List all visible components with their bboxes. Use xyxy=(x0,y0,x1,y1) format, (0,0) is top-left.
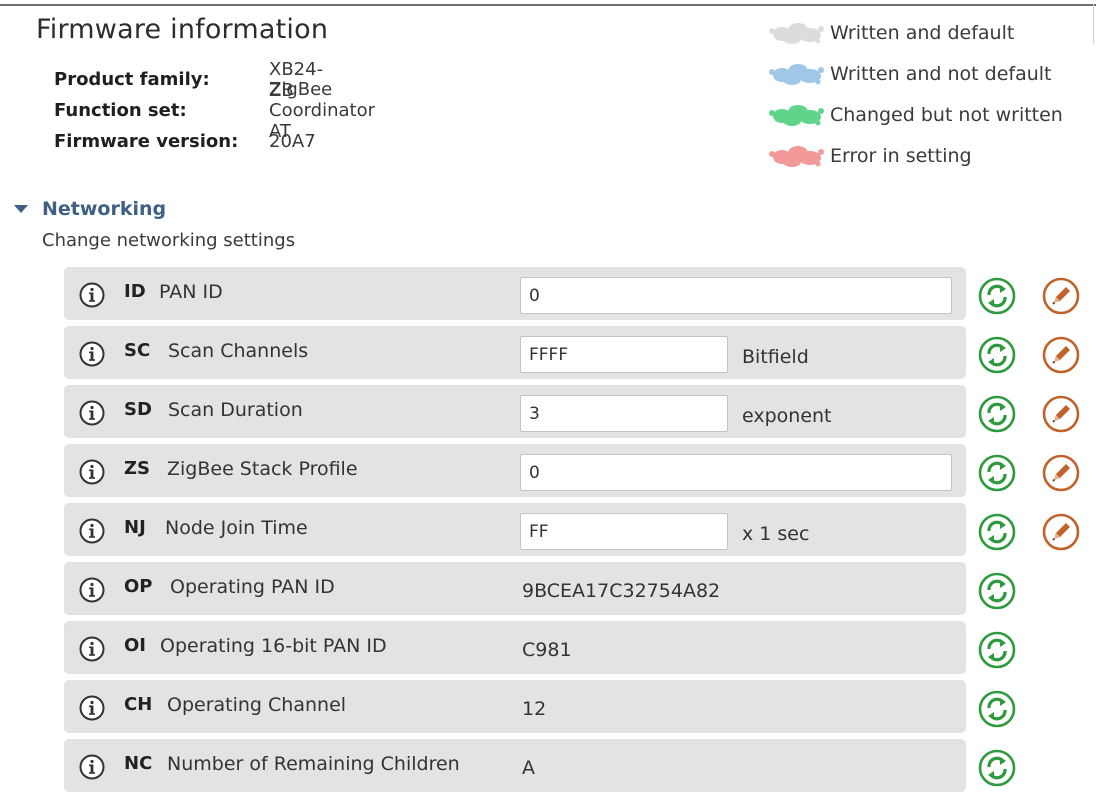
info-circle-icon[interactable] xyxy=(78,694,106,722)
setting-name: PAN ID xyxy=(159,281,223,303)
pencil-write-icon[interactable] xyxy=(1042,395,1080,433)
setting-row-nj: NJ Node Join Time FF x 1 sec xyxy=(64,503,1084,562)
firmware-info: Product family: XB24-ZB Function set: Zi… xyxy=(54,59,375,157)
pencil-write-icon[interactable] xyxy=(1042,513,1080,551)
setting-name: Operating 16-bit PAN ID xyxy=(160,635,387,657)
legend-label: Error in setting xyxy=(830,144,972,167)
setting-value-readonly: 9BCEA17C32754A82 xyxy=(522,580,721,602)
info-circle-icon[interactable] xyxy=(78,517,106,545)
setting-row-ch: CH Operating Channel 12 xyxy=(64,680,1084,739)
product-family-row: Product family: XB24-ZB xyxy=(54,59,323,101)
refresh-read-icon[interactable] xyxy=(978,454,1016,492)
function-set-row: Function set: ZigBee Coordinator AT xyxy=(54,79,375,142)
setting-value-readonly: A xyxy=(522,757,535,779)
legend-label: Changed but not written xyxy=(830,103,1063,126)
refresh-read-icon[interactable] xyxy=(978,513,1016,551)
setting-row-op: OP Operating PAN ID 9BCEA17C32754A82 xyxy=(64,562,1084,621)
refresh-read-icon[interactable] xyxy=(978,631,1016,669)
status-legend: Written and default Written and not defa… xyxy=(768,12,1063,176)
setting-row-sc: SC Scan Channels FFFF Bitfield xyxy=(64,326,1084,385)
setting-row-zs: ZS ZigBee Stack Profile 0 xyxy=(64,444,1084,503)
refresh-read-icon[interactable] xyxy=(978,690,1016,728)
refresh-read-icon[interactable] xyxy=(978,572,1016,610)
firmware-title: Firmware information xyxy=(36,14,329,45)
setting-unit: Bitfield xyxy=(742,346,809,368)
firmware-version-label: Firmware version: xyxy=(54,131,239,152)
legend-item: Changed but not written xyxy=(768,94,1063,135)
setting-name: Number of Remaining Children xyxy=(167,753,460,775)
firmware-version-row: Firmware version: 20A7 xyxy=(54,126,316,157)
setting-value-input[interactable]: FF xyxy=(520,513,728,550)
info-circle-icon[interactable] xyxy=(78,576,106,604)
splash-blue-icon xyxy=(769,63,824,85)
setting-value-input[interactable]: FFFF xyxy=(520,336,728,373)
info-circle-icon[interactable] xyxy=(78,281,106,309)
legend-item: Written and default xyxy=(768,12,1063,53)
setting-row-nc: NC Number of Remaining Children A xyxy=(64,739,1084,798)
setting-value-input[interactable]: 0 xyxy=(520,454,952,491)
command-code: SC xyxy=(124,340,151,361)
function-set-label: Function set: xyxy=(54,100,187,121)
pencil-write-icon[interactable] xyxy=(1042,277,1080,315)
refresh-read-icon[interactable] xyxy=(978,749,1016,787)
setting-name: ZigBee Stack Profile xyxy=(167,458,358,480)
setting-name: Scan Duration xyxy=(168,399,303,421)
setting-value-readonly: 12 xyxy=(522,698,547,720)
setting-name: Scan Channels xyxy=(168,340,309,362)
command-code: ID xyxy=(124,281,146,302)
splash-gray-icon xyxy=(769,22,824,44)
command-code: NC xyxy=(124,753,153,774)
setting-value-input[interactable]: 0 xyxy=(520,277,952,314)
setting-value-readonly: C981 xyxy=(522,639,572,661)
legend-label: Written and not default xyxy=(830,62,1052,85)
setting-unit: x 1 sec xyxy=(742,523,810,545)
setting-value-input[interactable]: 3 xyxy=(520,395,728,432)
setting-unit: exponent xyxy=(742,405,832,427)
pencil-write-icon[interactable] xyxy=(1042,454,1080,492)
info-circle-icon[interactable] xyxy=(78,753,106,781)
top-border xyxy=(0,4,1096,6)
setting-row-sd: SD Scan Duration 3 exponent xyxy=(64,385,1084,444)
command-code: OI xyxy=(124,635,146,656)
refresh-read-icon[interactable] xyxy=(978,336,1016,374)
setting-name: Operating PAN ID xyxy=(170,576,335,598)
info-circle-icon[interactable] xyxy=(78,399,106,427)
product-family-label: Product family: xyxy=(54,69,210,90)
setting-row-oi: OI Operating 16-bit PAN ID C981 xyxy=(64,621,1084,680)
setting-row-id: ID PAN ID 0 xyxy=(64,267,1084,326)
pencil-write-icon[interactable] xyxy=(1042,336,1080,374)
refresh-read-icon[interactable] xyxy=(978,395,1016,433)
settings-list: ID PAN ID 0 SC Scan Channels FFFF Bitfield SD… xyxy=(64,267,1084,798)
command-code: SD xyxy=(124,399,152,420)
command-code: NJ xyxy=(124,517,146,538)
setting-name: Operating Channel xyxy=(167,694,347,716)
firmware-version-value: 20A7 xyxy=(269,131,316,152)
splash-green-icon xyxy=(769,104,824,126)
splash-red-icon xyxy=(769,145,824,167)
triangle-down-icon[interactable] xyxy=(14,204,28,214)
info-circle-icon[interactable] xyxy=(78,635,106,663)
legend-item: Error in setting xyxy=(768,135,1063,176)
command-code: CH xyxy=(124,694,153,715)
section-description: Change networking settings xyxy=(42,230,296,251)
refresh-read-icon[interactable] xyxy=(978,277,1016,315)
section-title[interactable]: Networking xyxy=(42,198,166,220)
info-circle-icon[interactable] xyxy=(78,340,106,368)
setting-name: Node Join Time xyxy=(165,517,308,539)
info-circle-icon[interactable] xyxy=(78,458,106,486)
legend-item: Written and not default xyxy=(768,53,1063,94)
command-code: ZS xyxy=(124,458,151,479)
legend-label: Written and default xyxy=(830,21,1015,44)
right-border xyxy=(1093,4,1094,44)
command-code: OP xyxy=(124,576,153,597)
networking-section-header[interactable]: Networking xyxy=(14,198,166,220)
